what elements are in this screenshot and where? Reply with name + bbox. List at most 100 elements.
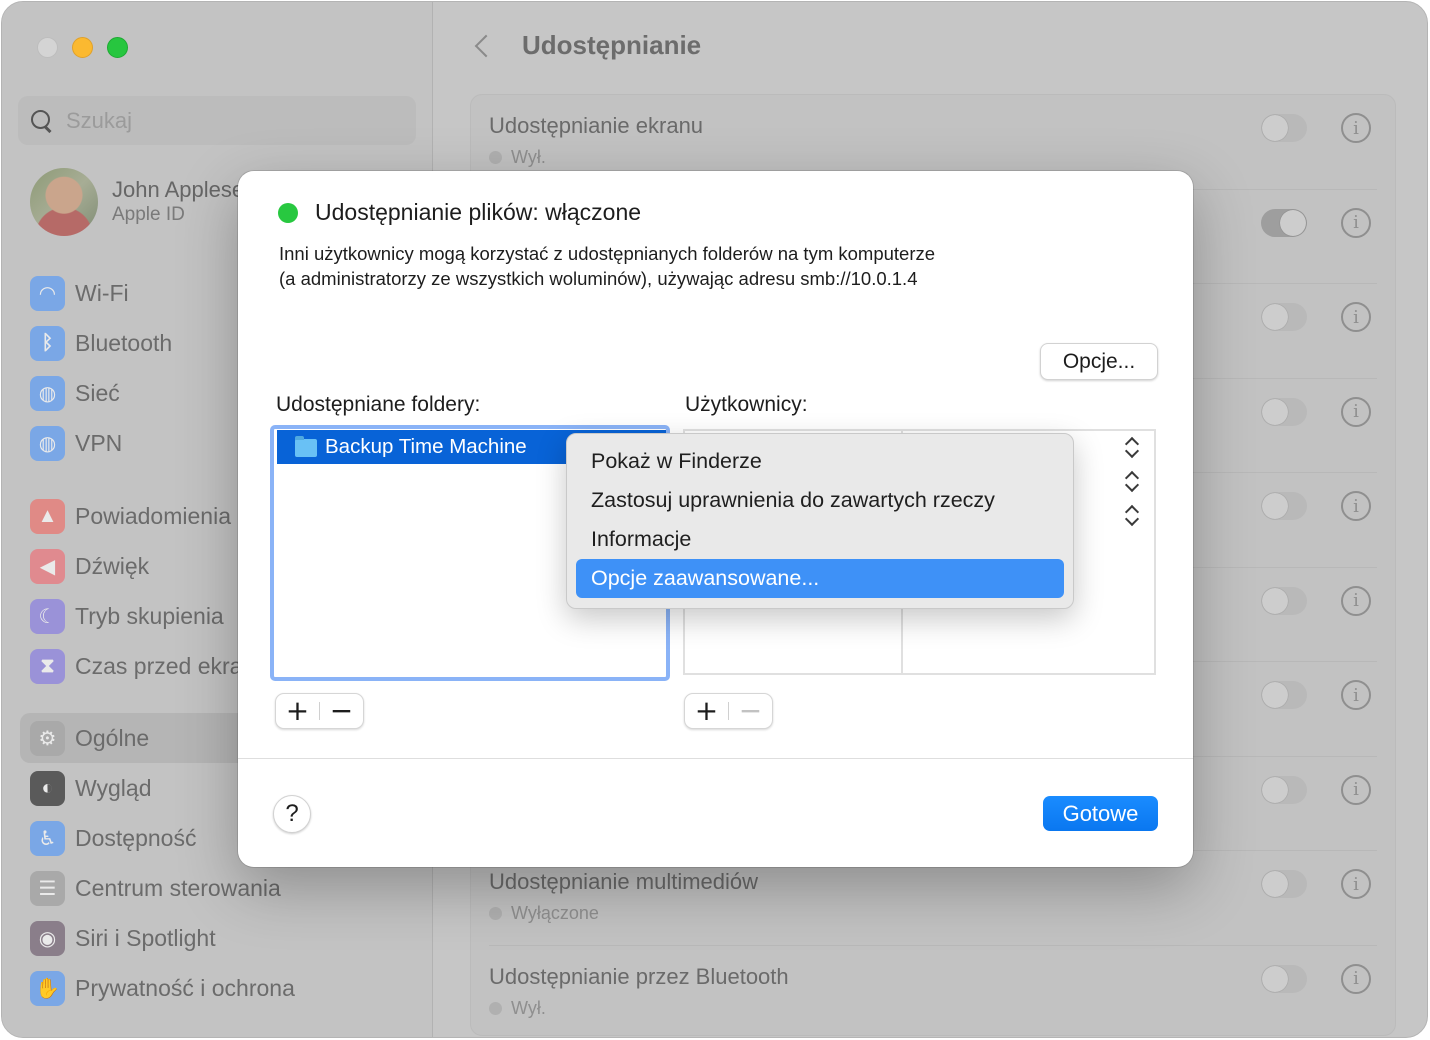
info-icon[interactable]: i [1341,585,1371,616]
info-icon[interactable]: i [1341,869,1371,899]
search-input[interactable] [66,107,366,134]
description-line-2: (a administratorzy ze wszystkich wolumin… [279,268,918,289]
search-icon [30,109,54,133]
toggle-knob [1262,398,1288,425]
service-toggle[interactable] [1261,114,1307,142]
info-icon[interactable]: i [1341,113,1371,143]
sidebar-item-label: Tryb skupienia [75,602,224,629]
avatar [30,168,98,236]
accessibility-icon: ♿ [30,820,65,856]
network-globe-icon: ◍ [30,375,65,411]
info-icon[interactable]: i [1341,302,1371,332]
sidebar-item-label: Centrum sterowania [75,874,281,901]
wifi-icon: ◠ [30,275,65,311]
add-user-button[interactable]: + [685,694,728,728]
search-field[interactable] [18,96,416,145]
info-icon[interactable]: i [1341,963,1371,994]
sidebar-item-label: Wi-Fi [75,279,129,306]
done-button[interactable]: Gotowe [1043,796,1158,831]
status-on-indicator-icon [278,202,298,223]
context-menu-item[interactable]: Zastosuj uprawnienia do zawartych rzeczy [576,481,1064,520]
service-toggle[interactable] [1261,964,1307,993]
info-icon[interactable]: i [1341,774,1371,805]
info-icon[interactable]: i [1341,491,1371,521]
dialog-title: Udostępnianie plików: włączone [315,199,642,225]
service-toggle[interactable] [1261,775,1307,804]
back-chevron-icon[interactable] [472,32,492,62]
toggle-knob [1280,209,1306,236]
service-status-text: Wył. [511,997,546,1018]
sidebar-item[interactable]: ◉ Siri i Spotlight [20,913,430,963]
context-menu-item[interactable]: Opcje zaawansowane... [576,559,1064,598]
service-toggle[interactable] [1261,870,1307,898]
status-dot-icon [489,1001,502,1015]
toggle-knob [1262,115,1288,141]
close-window-button[interactable] [37,37,58,58]
toggle-knob [1262,587,1288,614]
vpn-globe-icon: ◍ [30,425,65,461]
remove-user-button[interactable]: − [729,694,772,728]
sidebar-item-label: Sieć [75,379,120,406]
folders-add-remove-control: + − [275,693,364,729]
sidebar-item-label: Powiadomienia [75,502,231,529]
service-status: Wył. [489,998,546,1019]
sidebar-item-label: Dźwięk [75,552,150,579]
control-center-icon: ☰ [30,870,65,906]
permission-stepper-icon[interactable] [1124,504,1140,528]
sidebar-item[interactable]: ✋ Prywatność i ochrona [20,963,430,1013]
sidebar-item-label: Siri i Spotlight [75,924,216,951]
sidebar-item[interactable]: ☰ Centrum sterowania [20,863,430,913]
service-toggle[interactable] [1261,586,1307,615]
toggle-knob [1262,682,1288,708]
minimize-window-button[interactable] [72,37,93,58]
context-menu-item[interactable]: Pokaż w Finderze [576,442,1064,481]
siri-icon: ◉ [30,920,65,956]
page-title: Udostępnianie [522,30,702,60]
toggle-knob [1262,493,1288,519]
status-dot-icon [489,151,502,164]
toggle-knob [1262,776,1288,803]
status-dot-icon [489,907,502,920]
sidebar-item-label: VPN [75,429,123,456]
service-status: Wyłączone [489,903,599,924]
service-toggle[interactable] [1261,397,1307,426]
info-icon[interactable]: i [1341,396,1371,427]
service-toggle[interactable] [1261,303,1307,331]
focus-moon-icon: ☾ [30,598,65,634]
remove-folder-button[interactable]: − [320,694,363,728]
service-title: Udostępnianie ekranu [489,113,704,138]
service-toggle[interactable] [1261,208,1307,237]
context-menu-item[interactable]: Informacje [576,520,1064,559]
info-icon[interactable]: i [1341,207,1371,238]
service-toggle[interactable] [1261,681,1307,709]
options-button[interactable]: Opcje... [1040,343,1158,380]
dialog-description: Inni użytkownicy mogą korzystać z udostę… [279,241,935,291]
service-toggle[interactable] [1261,492,1307,520]
service-status-text: Wyłączone [511,903,599,923]
toggle-knob [1262,871,1288,897]
window-controls [37,37,128,58]
help-button[interactable]: ? [273,795,311,833]
privacy-hand-icon: ✋ [30,970,65,1006]
permission-stepper-icon[interactable] [1124,470,1140,494]
sidebar-item-label: Bluetooth [75,329,173,356]
shared-folders-label: Udostępniane foldery: [276,393,481,416]
sharing-service-row: Udostępnianie przez Bluetooth Wył. i [489,946,1377,1038]
permission-stepper-icon[interactable] [1124,436,1140,460]
info-icon[interactable]: i [1341,680,1371,710]
toggle-knob [1262,965,1288,992]
service-title: Udostępnianie przez Bluetooth [489,963,789,989]
notifications-bell-icon: ▲ [30,498,65,534]
dialog-divider [238,758,1193,759]
apple-id-profile[interactable]: John Appleseed Apple ID [30,168,269,236]
toggle-knob [1262,304,1288,330]
users-label: Użytkownicy: [685,393,808,416]
folder-context-menu: Pokaż w Finderze Zastosuj uprawnienia do … [566,433,1074,609]
appearance-icon: ◐ [30,770,65,806]
service-status: Wył. [489,147,546,168]
sound-speaker-icon: ◀ [30,548,65,584]
users-add-remove-control: + − [684,693,773,729]
add-folder-button[interactable]: + [276,694,319,728]
folder-name: Backup Time Machine [325,435,527,458]
zoom-window-button[interactable] [107,37,128,58]
